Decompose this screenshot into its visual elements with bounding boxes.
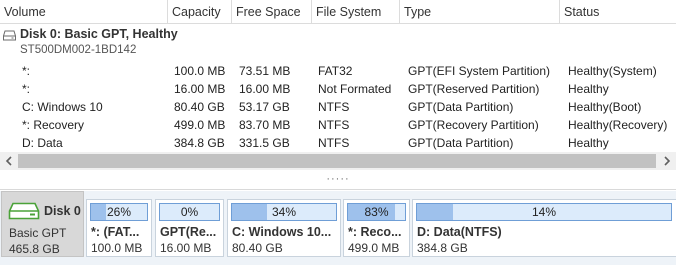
type-cell: GPT(Reserved Partition) <box>408 82 540 96</box>
scrollbar-thumb[interactable] <box>18 154 656 168</box>
partition-block[interactable]: 14% D: Data(NTFS) 384.8 GB <box>412 199 676 257</box>
disk-icon <box>3 30 16 41</box>
partition-block-name: D: Data(NTFS) <box>417 225 502 239</box>
type-cell: GPT(Data Partition) <box>408 100 514 114</box>
disk-map: Disk 0 Basic GPT 465.8 GB 26% *: (FAT...… <box>0 191 676 265</box>
partition-block[interactable]: 34% C: Windows 10... 80.40 GB <box>227 199 341 257</box>
partition-block-size: 16.00 MB <box>160 241 212 255</box>
type-cell: GPT(Data Partition) <box>408 136 514 150</box>
usage-label: 14% <box>531 205 557 219</box>
partition-block-name: GPT(Re... <box>160 225 217 239</box>
volume-cell: *: <box>22 64 31 78</box>
disk-model: ST500DM002-1BD142 <box>20 44 137 56</box>
partition-block[interactable]: 0% GPT(Re... 16.00 MB <box>155 199 224 257</box>
free-space-cell: 53.17 GB <box>239 100 290 114</box>
usage-bar: 14% <box>416 203 672 221</box>
usage-bar: 26% <box>90 203 148 221</box>
disk-map-type: Basic GPT <box>9 226 67 240</box>
usage-bar: 83% <box>347 203 406 221</box>
partition-block-size: 499.0 MB <box>348 241 400 255</box>
partition-block-name: *: Reco... <box>348 225 402 239</box>
usage-label: 34% <box>271 205 297 219</box>
partition-block[interactable]: 26% *: (FAT... 100.0 MB <box>86 199 152 257</box>
file-system-cell: FAT32 <box>318 64 353 78</box>
disk-map-name: Disk 0 <box>44 204 81 218</box>
horizontal-scrollbar[interactable] <box>0 152 676 170</box>
usage-label: 0% <box>180 205 199 219</box>
column-header-row: Volume Capacity Free Space File System T… <box>0 0 676 24</box>
free-space-cell: 73.51 MB <box>239 64 291 78</box>
column-header-free-space[interactable]: Free Space <box>232 0 312 24</box>
partition-block-name: *: (FAT... <box>91 225 140 239</box>
partition-row[interactable]: *: 16.00 MB 16.00 MB Not Formated GPT(Re… <box>0 80 676 98</box>
partition-block-size: 100.0 MB <box>91 241 143 255</box>
file-system-cell: NTFS <box>318 100 350 114</box>
hard-drive-icon <box>8 202 40 220</box>
type-cell: GPT(Recovery Partition) <box>408 118 539 132</box>
status-cell: Healthy(System) <box>568 64 657 78</box>
pane-splitter[interactable]: ····· <box>0 170 676 190</box>
column-header-volume[interactable]: Volume <box>0 0 168 24</box>
file-system-cell: NTFS <box>318 118 350 132</box>
type-cell: GPT(EFI System Partition) <box>408 64 551 78</box>
volume-cell: D: Data <box>22 136 63 150</box>
free-space-cell: 83.70 MB <box>239 118 291 132</box>
disk-map-size: 465.8 GB <box>9 242 60 256</box>
partition-block-size: 80.40 GB <box>232 241 283 255</box>
disk-card[interactable]: Disk 0 Basic GPT 465.8 GB <box>1 191 84 257</box>
column-header-capacity[interactable]: Capacity <box>168 0 232 24</box>
status-cell: Healthy(Boot) <box>568 100 642 114</box>
disk-group-row[interactable]: Disk 0: Basic GPT, Healthy ST500DM002-1B… <box>0 25 676 61</box>
free-space-cell: 16.00 MB <box>239 82 291 96</box>
status-cell: Healthy <box>568 136 609 150</box>
chevron-left-icon[interactable] <box>0 152 18 170</box>
capacity-cell: 499.0 MB <box>174 118 226 132</box>
partition-block-size: 384.8 GB <box>417 241 468 255</box>
column-header-status[interactable]: Status <box>560 0 676 24</box>
volume-cell: C: Windows 10 <box>22 100 103 114</box>
splitter-grip[interactable]: ····· <box>326 173 349 185</box>
capacity-cell: 16.00 MB <box>174 82 226 96</box>
usage-bar: 0% <box>159 203 220 221</box>
capacity-cell: 100.0 MB <box>174 64 226 78</box>
usage-bar: 34% <box>231 203 337 221</box>
usage-label: 83% <box>364 205 389 219</box>
volume-cell: *: Recovery <box>22 118 85 132</box>
partition-row[interactable]: D: Data 384.8 GB 331.5 GB NTFS GPT(Data … <box>0 134 676 152</box>
partition-row[interactable]: *: 100.0 MB 73.51 MB FAT32 GPT(EFI Syste… <box>0 62 676 80</box>
capacity-cell: 80.40 GB <box>174 100 225 114</box>
file-system-cell: NTFS <box>318 136 350 150</box>
disk-title: Disk 0: Basic GPT, Healthy <box>20 27 178 41</box>
volume-cell: *: <box>22 82 31 96</box>
status-cell: Healthy <box>568 82 609 96</box>
partition-row[interactable]: C: Windows 10 80.40 GB 53.17 GB NTFS GPT… <box>0 98 676 116</box>
partition-block-name: C: Windows 10... <box>232 225 332 239</box>
file-system-cell: Not Formated <box>318 82 392 96</box>
usage-label: 26% <box>106 205 132 219</box>
chevron-right-icon[interactable] <box>658 152 676 170</box>
status-cell: Healthy(Recovery) <box>568 118 668 132</box>
column-header-type[interactable]: Type <box>400 0 560 24</box>
partition-block[interactable]: 83% *: Reco... 499.0 MB <box>343 199 410 257</box>
free-space-cell: 331.5 GB <box>239 136 290 150</box>
partition-row[interactable]: *: Recovery 499.0 MB 83.70 MB NTFS GPT(R… <box>0 116 676 134</box>
column-header-file-system[interactable]: File System <box>312 0 400 24</box>
capacity-cell: 384.8 GB <box>174 136 225 150</box>
